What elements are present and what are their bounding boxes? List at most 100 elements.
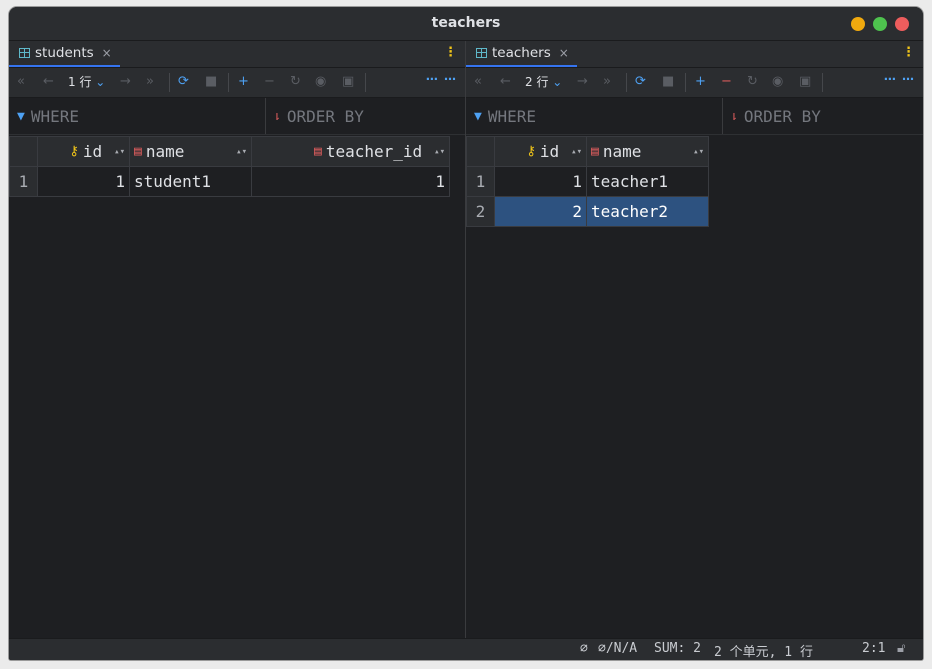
where-filter[interactable]: ▼ WHERE (474, 98, 536, 134)
close-tab-icon[interactable]: × (559, 46, 569, 60)
tab-menu-icon[interactable]: ⋮ (444, 45, 457, 60)
column-header-teacher-id[interactable]: ▤ teacher_id ▴▾ (251, 136, 450, 167)
tab-students[interactable]: students × (9, 41, 120, 67)
refresh-icon[interactable]: ⟳ (178, 74, 189, 90)
order-by-filter[interactable]: ⇂ ORDER BY (730, 98, 821, 134)
students-table: ⚷ id ▴▾ ▤ name ▴▾ ▤ teacher_id ▴▾ 1 1 student1… (9, 136, 450, 197)
table-row[interactable]: 1 1 teacher1 (466, 166, 709, 197)
close-tab-icon[interactable]: × (102, 46, 112, 60)
delete-row-icon[interactable]: − (721, 74, 732, 90)
corner-cell[interactable] (9, 136, 38, 167)
corner-cell[interactable] (466, 136, 495, 167)
column-header-id[interactable]: ⚷ id ▴▾ (37, 136, 130, 167)
order-by-label: ORDER BY (743, 106, 821, 126)
divider (365, 73, 366, 92)
row-number[interactable]: 1 (9, 166, 38, 197)
tab-menu-icon[interactable]: ⋮ (902, 45, 915, 60)
stop-icon[interactable]: ■ (662, 74, 674, 90)
cell-id[interactable]: 1 (494, 166, 587, 197)
first-page-icon[interactable]: « (474, 74, 482, 90)
cell-id[interactable]: 2 (494, 196, 587, 227)
close-button[interactable] (895, 17, 909, 31)
cursor-position[interactable]: 2:1 (862, 641, 885, 656)
chevron-down-icon: ⌄ (95, 75, 106, 89)
next-page-icon[interactable]: → (120, 74, 131, 90)
cell-name[interactable]: student1 (129, 166, 252, 197)
revert-icon[interactable]: ↻ (747, 74, 758, 90)
row-number[interactable]: 1 (466, 166, 495, 197)
title-bar: teachers (9, 7, 923, 41)
column-header-name[interactable]: ▤ name ▴▾ (586, 136, 709, 167)
sort-toggle-icon[interactable]: ▴▾ (114, 147, 125, 157)
tab-bar: students × ⋮ (9, 41, 465, 68)
previous-page-icon[interactable]: ← (43, 74, 54, 90)
save-icon[interactable]: ▣ (799, 74, 811, 90)
column-header-id[interactable]: ⚷ id ▴▾ (494, 136, 587, 167)
grid-toolbar: « ← 2 行 ⌄ → » ⟳ ■ + − ↻ ◉ ▣ ⋯ ⋯ (466, 68, 923, 98)
next-page-icon[interactable]: → (577, 74, 588, 90)
aggregate-value[interactable]: ∅/N/A (598, 641, 637, 656)
save-icon[interactable]: ▣ (342, 74, 354, 90)
null-icon: ⌀ (580, 641, 588, 656)
table-row[interactable]: 1 1 student1 1 (9, 166, 450, 197)
sort-icon: ⇂ (273, 108, 281, 124)
sort-toggle-icon[interactable]: ▴▾ (693, 147, 704, 157)
column-name: teacher_id (325, 142, 423, 161)
rows-count: 2 行 (525, 75, 549, 89)
divider (822, 73, 823, 92)
divider (626, 73, 627, 92)
row-number[interactable]: 2 (466, 196, 495, 227)
first-page-icon[interactable]: « (17, 74, 25, 90)
status-bar: ⌀ ∅/N/A SUM: 2 2 个单元, 1 行 2:1 🔓︎ (9, 638, 923, 660)
sort-toggle-icon[interactable]: ▴▾ (571, 147, 582, 157)
add-row-icon[interactable]: + (238, 74, 249, 90)
order-by-label: ORDER BY (286, 106, 364, 126)
sort-toggle-icon[interactable]: ▴▾ (434, 147, 445, 157)
column-header-name[interactable]: ▤ name ▴▾ (129, 136, 252, 167)
app-window: teachers students × ⋮ « ← 1 行 ⌄ → » ⟳ ■ … (9, 7, 923, 660)
delete-row-icon[interactable]: − (264, 74, 275, 90)
tab-label: students (35, 45, 94, 61)
chevron-down-icon: ⌄ (552, 75, 563, 89)
grid-toolbar: « ← 1 行 ⌄ → » ⟳ ■ + − ↻ ◉ ▣ ⋯ ⋯ (9, 68, 465, 98)
header-row: ⚷ id ▴▾ ▤ name ▴▾ ▤ teacher_id ▴▾ (9, 136, 450, 167)
revert-icon[interactable]: ↻ (290, 74, 301, 90)
refresh-icon[interactable]: ⟳ (635, 74, 646, 90)
divider (228, 73, 229, 92)
column-icon: ▤ (591, 144, 599, 159)
table-row[interactable]: 2 2 teacher2 (466, 196, 709, 227)
cell-id[interactable]: 1 (37, 166, 130, 197)
last-page-icon[interactable]: » (146, 74, 154, 90)
column-name: id (539, 142, 560, 161)
lock-icon[interactable]: 🔓︎ (897, 641, 905, 656)
order-by-filter[interactable]: ⇂ ORDER BY (273, 98, 364, 134)
cell-name[interactable]: teacher1 (586, 166, 709, 197)
header-row: ⚷ id ▴▾ ▤ name ▴▾ (466, 136, 709, 167)
view-icon[interactable]: ◉ (772, 74, 783, 90)
tab-bar: teachers × ⋮ (466, 41, 923, 68)
sort-toggle-icon[interactable]: ▴▾ (236, 147, 247, 157)
rows-count: 1 行 (68, 75, 92, 89)
more-options-icon[interactable]: ⋯ ⋯ (426, 72, 457, 86)
tab-teachers[interactable]: teachers × (466, 41, 577, 67)
filter-bar: ▼ WHERE ⇂ ORDER BY (466, 98, 923, 135)
table-icon (476, 48, 487, 58)
rows-selector[interactable]: 1 行 ⌄ (68, 74, 105, 90)
teachers-table: ⚷ id ▴▾ ▤ name ▴▾ 1 1 teacher1 2 2 teacher2 (466, 136, 709, 227)
cell-name[interactable]: teacher2 (586, 196, 709, 227)
more-options-icon[interactable]: ⋯ ⋯ (884, 72, 915, 86)
column-name: name (602, 142, 642, 161)
maximize-button[interactable] (873, 17, 887, 31)
add-row-icon[interactable]: + (695, 74, 706, 90)
previous-page-icon[interactable]: ← (500, 74, 511, 90)
stop-icon[interactable]: ■ (205, 74, 217, 90)
view-icon[interactable]: ◉ (315, 74, 326, 90)
column-name: name (145, 142, 185, 161)
cell-teacher-id[interactable]: 1 (251, 166, 450, 197)
where-filter[interactable]: ▼ WHERE (17, 98, 79, 134)
rows-selector[interactable]: 2 行 ⌄ (525, 74, 562, 90)
last-page-icon[interactable]: » (603, 74, 611, 90)
table-icon (19, 48, 30, 58)
minimize-button[interactable] (851, 17, 865, 31)
sum-value[interactable]: SUM: 2 (654, 641, 701, 656)
